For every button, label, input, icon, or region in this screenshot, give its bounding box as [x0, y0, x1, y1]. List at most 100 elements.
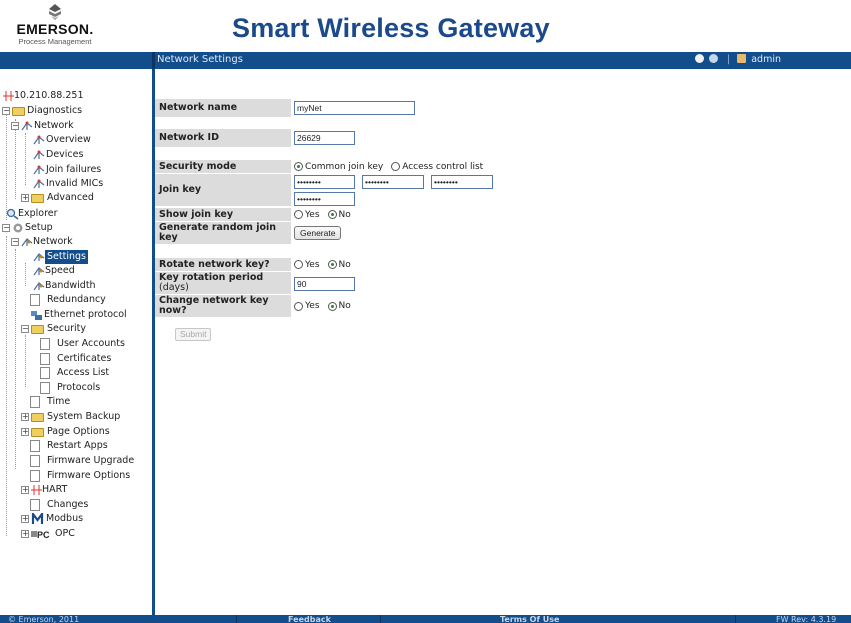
network-icon: [33, 135, 45, 145]
join-key-label: Join key: [155, 174, 291, 206]
rotation-period-cell: 90: [293, 272, 515, 294]
security-mode-common-label: Common join key: [305, 161, 384, 172]
setup-icon: [13, 223, 23, 233]
join-key-row: Join key •••••••• •••••••• •••••••• ••••…: [155, 174, 515, 206]
rotate-key-options: Yes No: [294, 258, 515, 271]
security-mode-label: Security mode: [155, 160, 291, 173]
tree-line: [25, 263, 26, 286]
footer-terms-link[interactable]: Terms Of Use: [500, 615, 559, 623]
security-mode-acl-radio[interactable]: [391, 162, 401, 171]
network-id-input[interactable]: 26629: [294, 131, 355, 145]
network-icon: [33, 179, 45, 189]
generate-key-row: Generate random join key Generate: [155, 222, 515, 244]
footer-separator: [236, 615, 237, 623]
footer-feedback-link[interactable]: Feedback: [288, 615, 331, 623]
rotate-key-label: Rotate network key?: [155, 258, 291, 271]
logo-subtitle: Process Management: [18, 37, 92, 46]
rotate-key-yes-label: Yes: [305, 259, 320, 270]
document-icon: [40, 338, 50, 350]
network-id-label: Network ID: [155, 129, 291, 147]
footer-fw-rev: FW Rev: 4.3.19: [776, 615, 837, 623]
join-key-inputs: •••••••• •••••••• •••••••• ••••••••: [293, 174, 515, 206]
collapse-toggle-icon[interactable]: −: [11, 122, 19, 130]
rotation-period-unit: (days): [159, 282, 189, 293]
expand-toggle-icon[interactable]: +: [21, 530, 29, 538]
emerson-logo: EMERSON. Process Management: [10, 4, 100, 48]
show-join-key-yes-label: Yes: [305, 209, 320, 220]
footer-copyright: © Emerson, 2011: [8, 615, 80, 623]
network-name-input[interactable]: myNet: [294, 101, 415, 115]
show-join-key-no-radio[interactable]: [327, 210, 337, 219]
network-name-value-cell: myNet: [293, 99, 515, 117]
network-icon: [33, 150, 45, 160]
show-join-key-label: Show join key: [155, 208, 291, 221]
document-icon: [40, 382, 50, 394]
rotation-period-input[interactable]: 90: [294, 277, 355, 291]
document-icon: [30, 470, 40, 482]
show-join-key-yes-radio[interactable]: [294, 210, 303, 219]
collapse-toggle-icon[interactable]: −: [11, 238, 19, 246]
topbar-divider: [152, 52, 155, 69]
security-mode-acl-label: Access control list: [402, 161, 484, 172]
show-join-key-no-label: No: [338, 209, 351, 220]
security-mode-common-radio[interactable]: [294, 162, 303, 171]
ethernet-icon: [31, 311, 42, 320]
change-key-now-no-radio[interactable]: [327, 301, 337, 311]
submit-button[interactable]: Submit: [175, 328, 212, 341]
folder-icon: [31, 428, 44, 437]
top-bar: Network Settings | admin: [0, 52, 851, 69]
change-key-now-label: Change network key now?: [155, 295, 291, 317]
folder-icon: [31, 413, 44, 422]
expand-toggle-icon[interactable]: +: [21, 486, 29, 494]
expand-toggle-icon[interactable]: +: [21, 428, 29, 436]
rotation-period-row: Key rotation period (days) 90: [155, 272, 515, 294]
document-icon: [30, 440, 40, 452]
network-name-row: Network name myNet: [155, 99, 515, 117]
network-id-value-cell: 26629: [293, 129, 515, 147]
generate-button[interactable]: Generate: [294, 226, 342, 240]
modbus-icon: [31, 513, 44, 524]
rotate-key-yes-radio[interactable]: [294, 260, 303, 269]
folder-chart-icon: [12, 107, 25, 116]
rotation-period-label-cell: Key rotation period (days): [155, 272, 291, 294]
tree-line: [6, 107, 7, 220]
tree-line: [15, 249, 16, 469]
header: EMERSON. Process Management Smart Wirele…: [0, 0, 851, 52]
network-icon: [33, 165, 45, 175]
expand-toggle-icon[interactable]: +: [21, 515, 29, 523]
join-key-input-1[interactable]: ••••••••: [294, 175, 355, 189]
collapse-toggle-icon[interactable]: −: [2, 107, 10, 115]
tree-line: [25, 335, 26, 387]
network-name-label: Network name: [155, 99, 291, 117]
tree-line: [25, 133, 26, 185]
network-icon: [21, 121, 33, 131]
show-join-key-row: Show join key Yes No: [155, 208, 515, 221]
join-key-input-3[interactable]: ••••••••: [431, 175, 493, 189]
rotate-key-no-radio[interactable]: [327, 260, 337, 269]
username[interactable]: admin: [751, 54, 781, 65]
collapse-toggle-icon[interactable]: −: [2, 224, 10, 232]
network-settings-panel: Network name myNet Network ID 26629 Secu…: [155, 69, 851, 615]
generate-key-cell: Generate: [293, 222, 515, 244]
info-icon[interactable]: [708, 54, 718, 63]
document-icon: [30, 455, 40, 467]
document-icon: [30, 499, 40, 511]
folder-icon: [31, 325, 44, 334]
show-join-key-options: Yes No: [294, 208, 515, 221]
app-title: Smart Wireless Gateway: [232, 13, 550, 43]
user-separator: |: [726, 54, 731, 65]
collapse-toggle-icon[interactable]: −: [21, 325, 29, 333]
folder-icon: [31, 194, 44, 203]
network-id-row: Network ID 26629: [155, 129, 515, 147]
security-mode-row: Security mode Common join key Access con…: [155, 160, 515, 173]
opc-icon: PC: [31, 530, 50, 540]
change-key-now-yes-radio[interactable]: [294, 301, 303, 311]
section-title: Network Settings: [157, 54, 243, 65]
expand-toggle-icon[interactable]: +: [21, 413, 29, 421]
join-key-input-4[interactable]: ••••••••: [294, 192, 355, 206]
user-icon: [737, 54, 747, 63]
help-icon[interactable]: [694, 54, 704, 63]
join-key-input-2[interactable]: ••••••••: [362, 175, 424, 189]
rotate-key-no-label: No: [338, 259, 351, 270]
expand-toggle-icon[interactable]: +: [21, 194, 29, 202]
